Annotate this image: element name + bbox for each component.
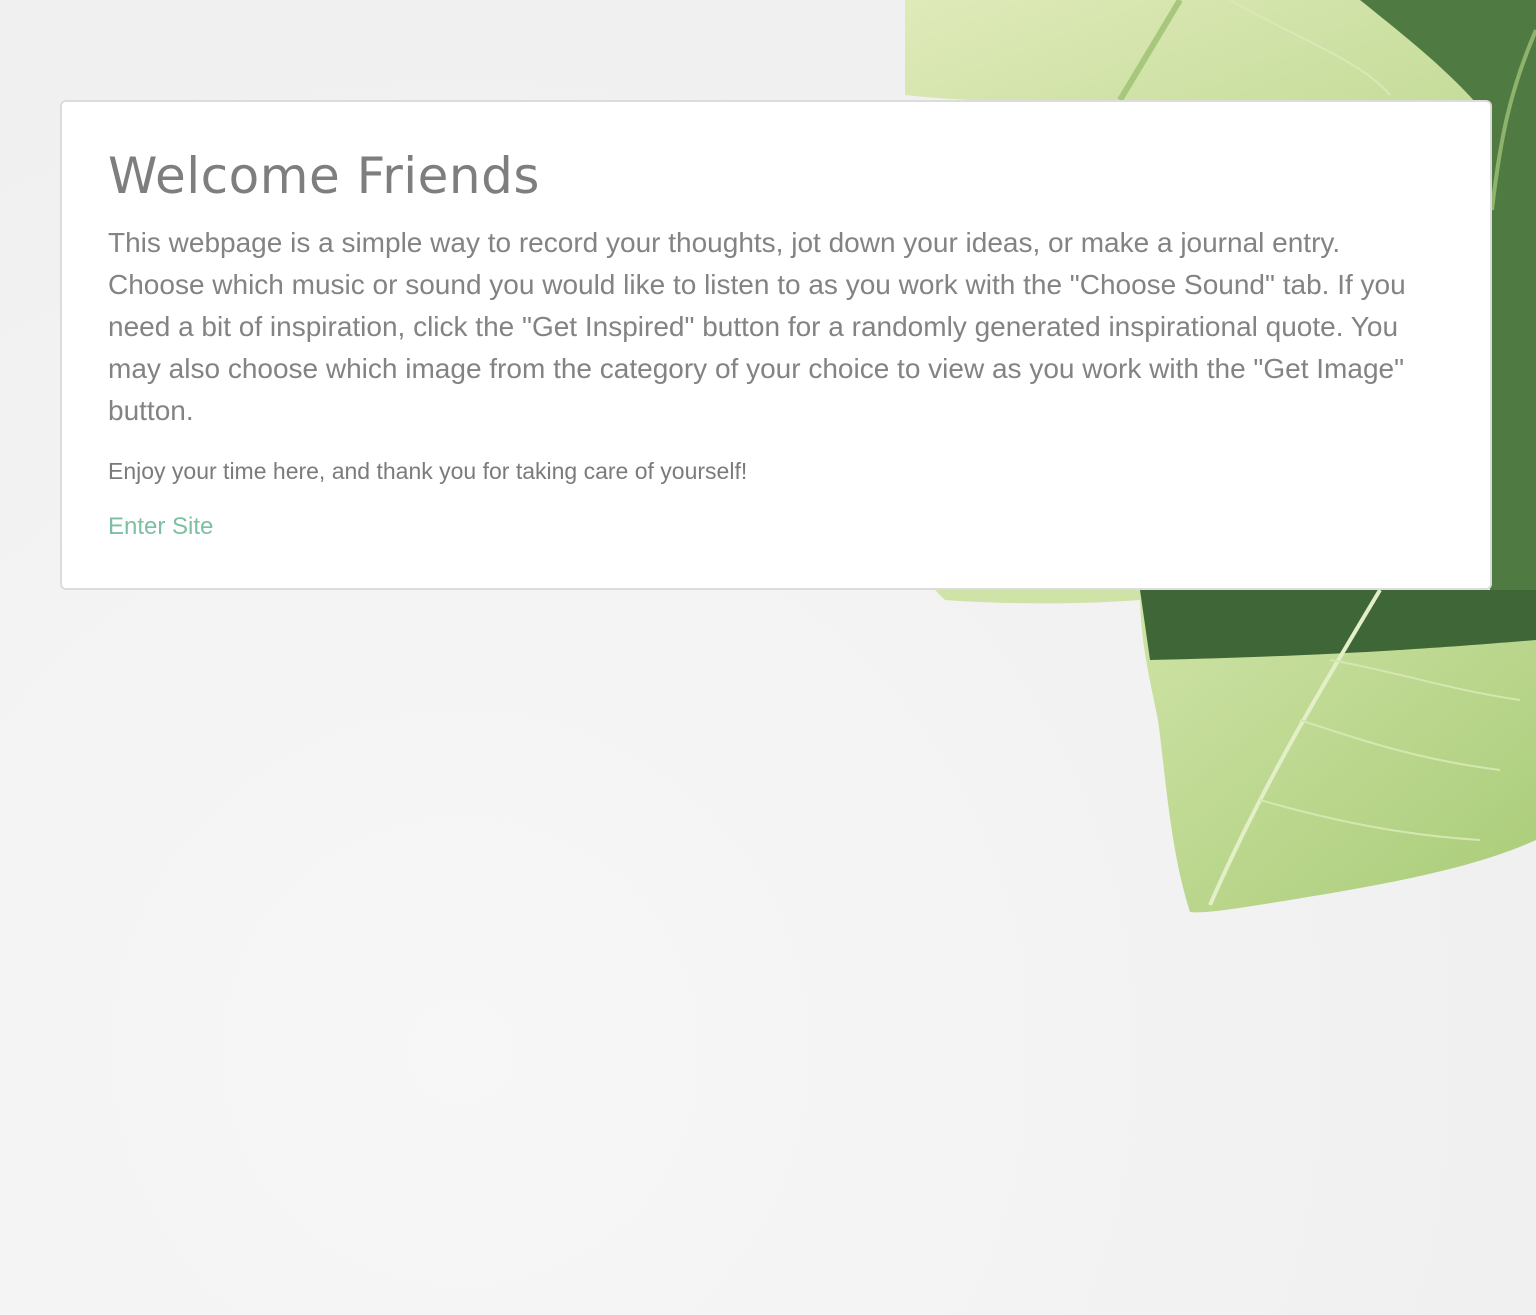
intro-paragraph: This webpage is a simple way to record y… xyxy=(108,227,1406,426)
page-title: Welcome Friends xyxy=(108,147,540,205)
thank-you-note: Enjoy your time here, and thank you for … xyxy=(108,458,748,484)
welcome-card: Welcome Friends This webpage is a simple… xyxy=(60,100,1492,590)
enter-site-link[interactable]: Enter Site xyxy=(108,510,213,544)
